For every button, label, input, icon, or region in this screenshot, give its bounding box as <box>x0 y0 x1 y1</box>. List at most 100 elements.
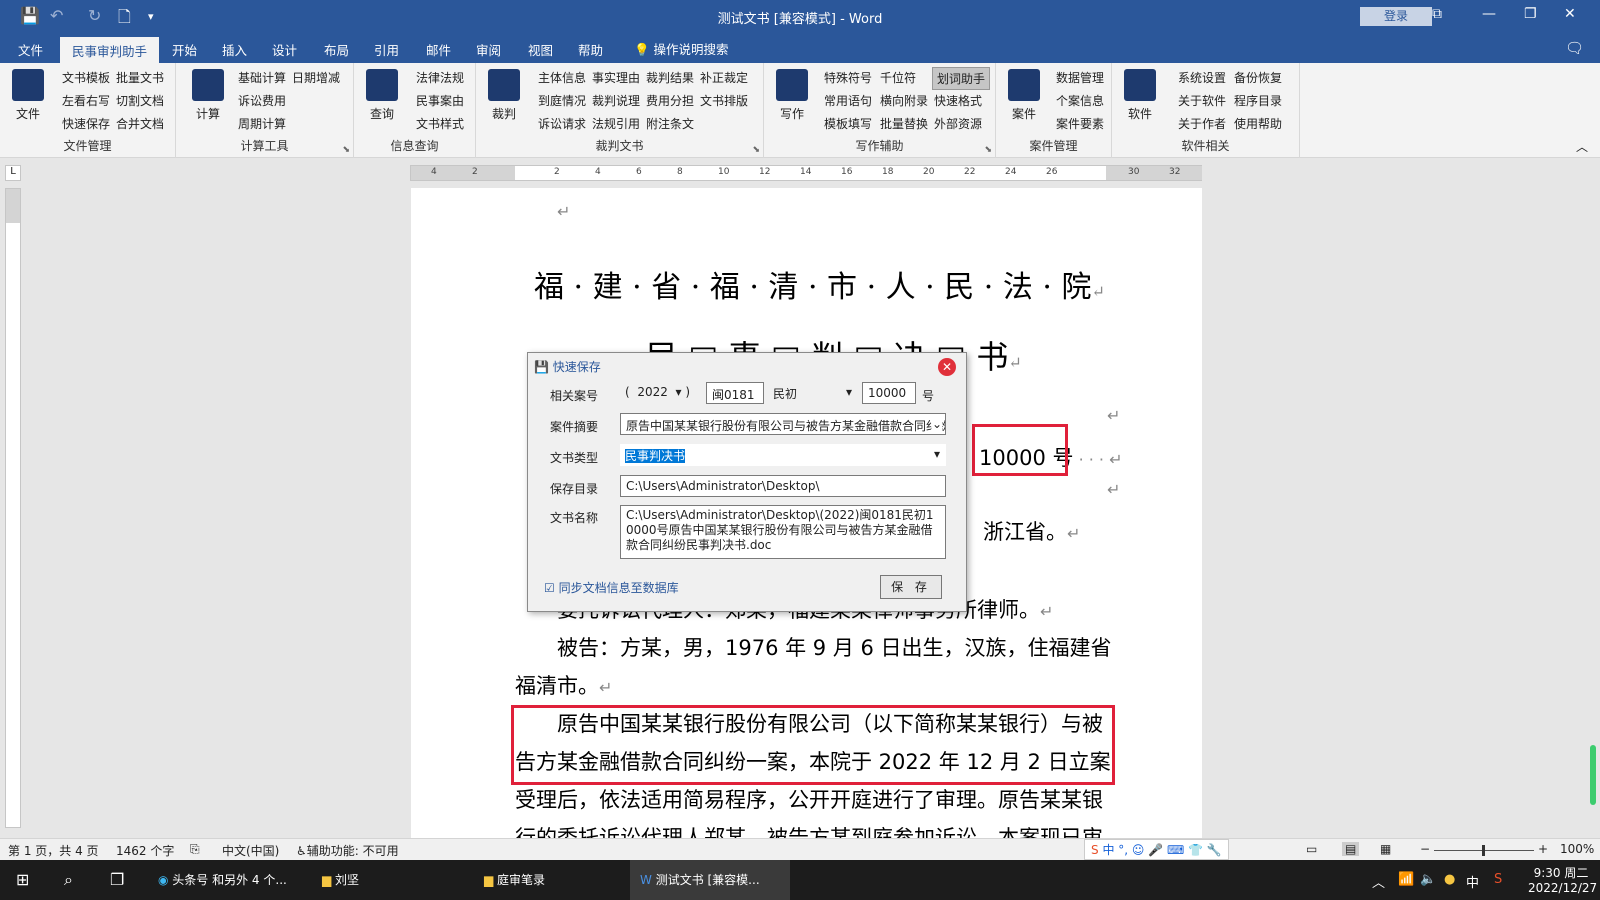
summary-select[interactable]: 原告中国某某银行股份有限公司与被告方某金融借款合同纠纷 ⌄ <box>620 413 946 435</box>
tab-civil-assistant[interactable]: 民事审判助手 <box>60 37 160 63</box>
merge-doc-button[interactable]: 合并文档 <box>116 115 164 132</box>
usage-help-button[interactable]: 使用帮助 <box>1234 115 1282 132</box>
thousand-sep-button[interactable]: 千位符 <box>880 69 916 86</box>
split-doc-button[interactable]: 切割文档 <box>116 92 164 109</box>
correction-ruling-button[interactable]: 补正裁定 <box>700 69 748 86</box>
data-management-button[interactable]: 数据管理 <box>1056 69 1104 86</box>
template-fill-button[interactable]: 模板填写 <box>824 115 872 132</box>
horizontal-ruler[interactable]: 4 2 2 4 6 8 10 12 14 16 18 20 22 24 26 30 32 <box>410 165 1202 181</box>
quick-save-button[interactable]: 快速保存 <box>62 115 110 132</box>
about-software-button[interactable]: 关于软件 <box>1178 92 1226 109</box>
tab-review[interactable]: 审阅 <box>476 40 501 59</box>
date-calc-button[interactable]: 日期增减 <box>292 69 340 86</box>
tab-file[interactable]: 文件 <box>18 40 43 59</box>
tell-me-search[interactable]: 💡 操作说明搜索 <box>634 39 729 58</box>
batch-doc-button[interactable]: 批量文书 <box>116 69 164 86</box>
tab-mailings[interactable]: 邮件 <box>426 40 451 59</box>
external-resources-button[interactable]: 外部资源 <box>934 115 982 132</box>
zoom-level[interactable]: 100% <box>1560 842 1594 856</box>
litigation-fee-button[interactable]: 诉讼费用 <box>238 92 286 109</box>
claims-button[interactable]: 诉讼请求 <box>538 115 586 132</box>
tab-layout[interactable]: 布局 <box>324 40 349 59</box>
accessibility-status[interactable]: ♿辅助功能: 不可用 <box>296 842 399 859</box>
minimize-button[interactable]: — <box>1482 6 1496 22</box>
volume-icon[interactable]: 🔈 <box>1420 872 1436 887</box>
period-calc-button[interactable]: 周期计算 <box>238 115 286 132</box>
judgment-button[interactable]: 裁判 <box>482 69 526 122</box>
word-count[interactable]: 1462 个字 <box>116 842 174 859</box>
zoom-out-button[interactable]: − <box>1420 842 1430 856</box>
zoom-slider[interactable] <box>1434 845 1534 856</box>
case-type-select[interactable]: 民初 ▾ <box>768 382 856 404</box>
search-icon[interactable]: ⌕ <box>64 860 73 900</box>
taskbar-edge[interactable]: ◉ 头条号 和另外 4 个... <box>158 860 287 900</box>
writing-button[interactable]: 写作 <box>770 69 814 122</box>
close-icon[interactable]: ✕ <box>938 358 956 376</box>
page-count[interactable]: 第 1 页，共 4 页 <box>8 842 99 859</box>
side-by-side-button[interactable]: 左看右写 <box>62 92 110 109</box>
language[interactable]: 中文(中国) <box>222 842 279 859</box>
case-button[interactable]: 案件 <box>1002 69 1046 122</box>
vertical-ruler[interactable] <box>5 188 21 828</box>
taskbar-folder-2[interactable]: ▆ 庭审笔录 <box>484 860 545 900</box>
tab-home[interactable]: 开始 <box>172 40 197 59</box>
zoom-in-button[interactable]: + <box>1538 842 1548 856</box>
backup-restore-button[interactable]: 备份恢复 <box>1234 69 1282 86</box>
file-button[interactable]: 文件 <box>6 69 50 122</box>
windows-start-icon[interactable]: ⊞ <box>16 860 29 900</box>
tab-references[interactable]: 引用 <box>374 40 399 59</box>
landscape-appendix-button[interactable]: 横向附录 <box>880 92 928 109</box>
calc-button[interactable]: 计算 <box>186 69 230 122</box>
print-layout-icon[interactable]: ▤ <box>1342 842 1360 856</box>
doc-template-button[interactable]: 文书模板 <box>62 69 110 86</box>
query-button[interactable]: 查询 <box>360 69 404 122</box>
tab-view[interactable]: 视图 <box>528 40 553 59</box>
taskbar-folder-1[interactable]: ▆ 刘坚 <box>322 860 359 900</box>
network-icon[interactable]: 📶 <box>1398 872 1414 887</box>
web-layout-icon[interactable]: ▦ <box>1380 842 1391 856</box>
judgment-result-button[interactable]: 裁判结果 <box>646 69 694 86</box>
filename-textarea[interactable]: C:\Users\Administrator\Desktop\(2022)闽01… <box>620 505 946 559</box>
ime-plugin-icon[interactable]: ● <box>1444 872 1455 887</box>
collapse-ribbon-icon[interactable]: ︿ <box>1576 138 1588 155</box>
close-button[interactable]: ✕ <box>1564 6 1576 22</box>
party-info-button[interactable]: 主体信息 <box>538 69 586 86</box>
save-button[interactable]: 保 存 <box>880 575 942 599</box>
maximize-button[interactable]: ❐ <box>1524 6 1537 22</box>
quick-format-button[interactable]: 快速格式 <box>934 92 982 109</box>
case-elements-button[interactable]: 案件要素 <box>1056 115 1104 132</box>
program-dir-button[interactable]: 程序目录 <box>1234 92 1282 109</box>
word-helper-button[interactable]: 划词助手 <box>932 67 991 90</box>
doctype-select[interactable]: 民事判决书 ▾ <box>620 444 946 466</box>
batch-replace-button[interactable]: 批量替换 <box>880 115 928 132</box>
court-code-input[interactable]: 闽0181 <box>706 382 764 404</box>
tab-insert[interactable]: 插入 <box>222 40 247 59</box>
scrollbar-thumb[interactable] <box>1590 745 1596 805</box>
law-cite-button[interactable]: 法规引用 <box>592 115 640 132</box>
task-view-icon[interactable]: ❐ <box>110 860 124 900</box>
case-number-input[interactable]: 10000 <box>862 382 916 404</box>
directory-input[interactable]: C:\Users\Administrator\Desktop\ <box>620 475 946 497</box>
attendance-button[interactable]: 到庭情况 <box>538 92 586 109</box>
system-settings-button[interactable]: 系统设置 <box>1178 69 1226 86</box>
appendix-button[interactable]: 附注条文 <box>646 115 694 132</box>
facts-reasons-button[interactable]: 事实理由 <box>592 69 640 86</box>
software-button[interactable]: 软件 <box>1118 69 1162 122</box>
doc-style-button[interactable]: 文书样式 <box>416 115 464 132</box>
sogou-tray-icon[interactable]: S <box>1494 872 1502 887</box>
comment-icon[interactable]: 🗨 <box>1565 39 1584 57</box>
common-phrases-button[interactable]: 常用语句 <box>824 92 872 109</box>
case-info-button[interactable]: 个案信息 <box>1056 92 1104 109</box>
chevron-up-icon[interactable]: ︿ <box>1372 872 1385 891</box>
zoom-slider-thumb[interactable] <box>1482 845 1485 856</box>
tab-selector[interactable]: L <box>5 165 21 181</box>
about-author-button[interactable]: 关于作者 <box>1178 115 1226 132</box>
taskbar-word[interactable]: W 测试文书 [兼容模... <box>630 860 790 900</box>
sync-checkbox[interactable]: ☑ 同步文档信息至数据库 <box>544 579 679 596</box>
basic-calc-button[interactable]: 基础计算 <box>238 69 286 86</box>
login-button[interactable]: 登录 <box>1360 7 1432 26</box>
tab-design[interactable]: 设计 <box>272 40 297 59</box>
ime-mode[interactable]: 中 <box>1466 872 1479 891</box>
laws-button[interactable]: 法律法规 <box>416 69 464 86</box>
read-mode-icon[interactable]: ▭ <box>1306 842 1317 856</box>
